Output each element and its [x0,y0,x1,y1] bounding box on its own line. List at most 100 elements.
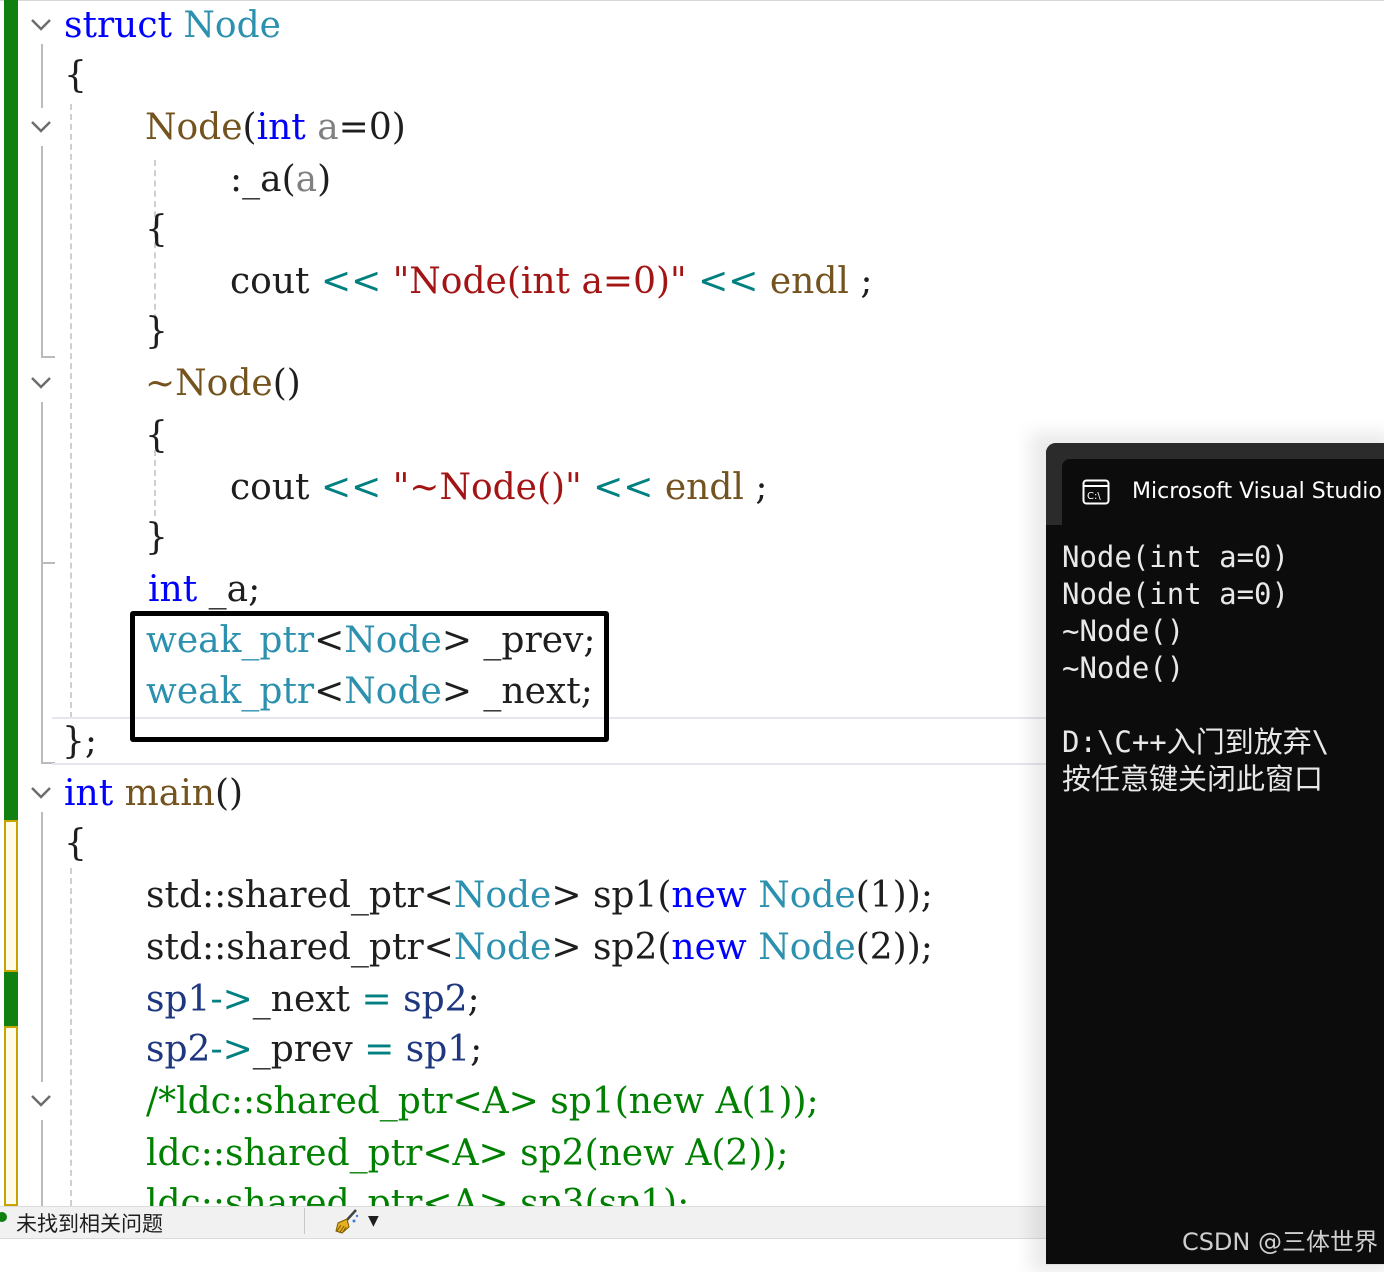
code-line-11: } [145,512,168,564]
string-literal: "Node(int a=0)" [392,261,687,302]
punct: (2)); [855,927,933,968]
punct: ; [755,467,768,508]
console-output-line: ~Node() [1062,651,1185,685]
param: a [317,107,339,148]
operator: -> [210,1029,253,1070]
identifier: cout [230,467,310,508]
operator: << [698,261,759,302]
code-line-24: ldc::shared_ptr<A> sp3(sp1); [146,1178,689,1206]
initializer: :_a( [230,159,296,200]
issues-status[interactable]: 未找到相关问题 [16,1208,163,1238]
console-output-line: ~Node() [1062,614,1185,648]
change-bar-unsaved [4,820,18,972]
fold-guide [41,402,43,564]
punct: () [214,773,244,814]
variable: sp2 [146,1029,211,1070]
punct: =0) [338,107,406,148]
change-bar-unsaved [4,1026,18,1206]
caret-down-icon[interactable]: ▼ [368,1213,379,1229]
type-name: Node [183,5,281,46]
comment: /*ldc::shared_ptr<A> sp1(new A(1)); [146,1081,819,1122]
fold-guide-end [41,356,55,358]
indent-guide [70,104,72,718]
status-lower-strip [0,1238,1046,1265]
punct: (1)); [855,875,933,916]
punct: ( [242,107,257,148]
change-bar-saved [4,0,18,820]
code-line-4: :_a(a) [230,154,331,206]
code-line-23: ldc::shared_ptr<A> sp2(new A(2)); [146,1128,789,1180]
console-window[interactable]: C:\ Microsoft Visual Studio Node(int a=0… [1046,443,1384,1264]
console-output-line: 按任意键关闭此窗口 [1062,762,1324,796]
brace: { [64,55,87,96]
type-name: Node [453,875,552,916]
brace: { [145,209,168,250]
terminal-icon: C:\ [1082,479,1110,505]
fold-guide [41,44,43,108]
member: _prev [252,1029,353,1070]
fold-chevron-icon[interactable] [30,120,52,134]
code-line-1: struct Node [64,0,281,52]
variable-decl: > sp2( [551,927,672,968]
type-name: Node [758,927,856,968]
code-line-3: Node(int a=0) [145,102,406,154]
code-line-7: } [145,306,168,358]
type-name: Node [758,875,856,916]
variable: sp1 [146,979,211,1020]
punct: () [272,363,301,404]
console-output-line: Node(int a=0) [1062,540,1289,574]
variable: sp1 [405,1029,471,1070]
watermark: CSDN @三体世界 [1181,1228,1378,1256]
comment: ldc::shared_ptr<A> sp3(sp1); [146,1183,690,1206]
fold-guide [41,564,43,764]
code-line-6: cout << "Node(int a=0)" << endl ; [230,256,873,308]
fold-chevron-icon[interactable] [30,786,52,800]
console-title: Microsoft Visual Studio [1132,479,1382,504]
code-line-15: }; [62,716,97,768]
code-line-20: sp1->_next = sp2; [146,974,480,1026]
change-bar-saved [4,972,18,1026]
fold-chevron-icon[interactable] [30,18,52,32]
operator: = [352,1029,406,1070]
code-line-19: std::shared_ptr<Node> sp2(new Node(2)); [146,922,933,974]
punct: ; [470,1029,483,1070]
code-line-12: int _a; [148,564,260,616]
fold-guide [41,812,43,1082]
function-name: Node [145,107,243,148]
function-name: Node [175,363,273,404]
member-decl: _a; [197,569,261,610]
code-line-17: { [64,818,87,870]
member: _next [252,979,351,1020]
keyword: new [671,927,747,968]
code-line-5: { [145,204,168,256]
code-line-10: cout << "~Node()" << endl ; [230,462,768,514]
keyword: struct [64,5,172,46]
keyword: new [671,875,747,916]
code-line-8: ~Node() [145,358,301,410]
operator: -> [210,979,253,1020]
punct: ) [317,159,332,200]
variable-decl: > sp1( [551,875,672,916]
indent-guide [70,868,72,1206]
brace: } [145,517,168,558]
console-output-line: D:\C++入门到放弃\ [1062,725,1330,759]
function-name: main [124,773,215,814]
variable: sp2 [403,979,468,1020]
operator: << [320,467,382,508]
code-line-22: /*ldc::shared_ptr<A> sp1(new A(1)); [146,1076,819,1128]
type-name: Node [453,927,552,968]
fold-guide [41,1120,43,1206]
comment: ldc::shared_ptr<A> sp2(new A(2)); [146,1133,789,1174]
console-output-line: Node(int a=0) [1062,577,1289,611]
string-literal: "~Node()" [392,467,582,508]
keyword: int [148,569,198,610]
type-prefix: std::shared_ptr< [146,875,454,916]
brace: }; [62,721,98,762]
brush-icon[interactable] [334,1207,360,1235]
param: a [295,159,318,200]
fold-chevron-icon[interactable] [30,376,52,390]
brace: } [145,311,168,352]
code-line-21: sp2->_prev = sp1; [146,1024,482,1076]
status-separator [304,1208,305,1234]
fold-chevron-icon[interactable] [30,1094,52,1108]
